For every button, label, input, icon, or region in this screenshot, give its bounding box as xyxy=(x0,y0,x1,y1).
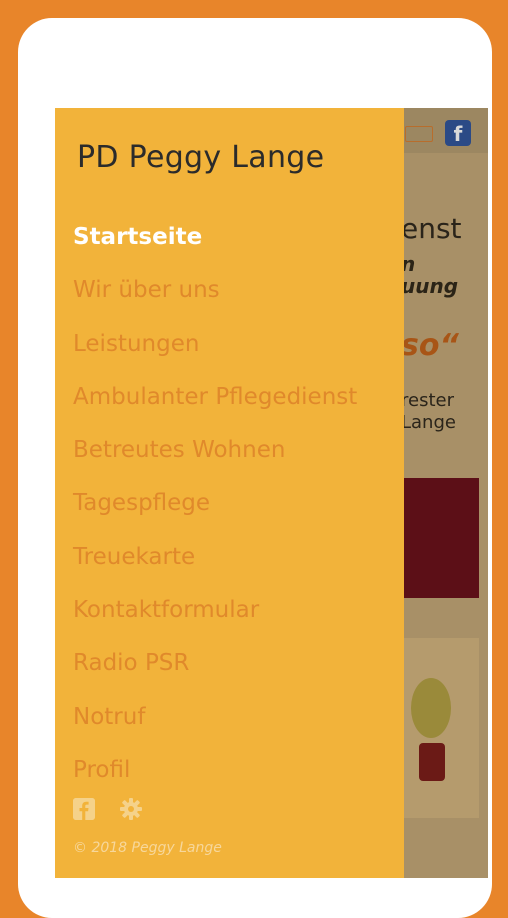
drawer-menu: Startseite Wir über uns Leistungen Ambul… xyxy=(73,211,357,797)
gear-icon[interactable] xyxy=(119,797,143,821)
navigation-drawer: PD Peggy Lange Startseite Wir über uns L… xyxy=(55,108,404,878)
background-badge-icon xyxy=(405,126,433,142)
menu-item-radio-psr[interactable]: Radio PSR xyxy=(73,637,357,690)
menu-item-ambulanter-pflegedienst[interactable]: Ambulanter Pflegedienst xyxy=(73,371,357,424)
menu-item-wir-ueber-uns[interactable]: Wir über uns xyxy=(73,264,357,317)
device-frame: f enst n uung so“ rester Lange PD Peggy … xyxy=(18,18,492,918)
background-text: Lange xyxy=(401,412,456,433)
background-text: enst xyxy=(401,212,462,245)
background-text: rester xyxy=(401,390,454,411)
background-text: so“ xyxy=(401,328,459,363)
background-illustration xyxy=(401,638,479,818)
facebook-icon[interactable] xyxy=(73,798,95,820)
menu-item-kontaktformular[interactable]: Kontaktformular xyxy=(73,584,357,637)
background-facebook-icon: f xyxy=(445,120,471,146)
app-screen: f enst n uung so“ rester Lange PD Peggy … xyxy=(55,108,488,878)
menu-item-treuekarte[interactable]: Treuekarte xyxy=(73,531,357,584)
menu-item-profil[interactable]: Profil xyxy=(73,744,357,797)
menu-item-notruf[interactable]: Notruf xyxy=(73,691,357,744)
menu-item-startseite[interactable]: Startseite xyxy=(73,211,357,264)
background-text: uung xyxy=(401,274,459,298)
menu-item-tagespflege[interactable]: Tagespflege xyxy=(73,477,357,530)
background-banner xyxy=(401,478,479,598)
drawer-title: PD Peggy Lange xyxy=(77,140,325,175)
menu-item-betreutes-wohnen[interactable]: Betreutes Wohnen xyxy=(73,424,357,477)
menu-item-leistungen[interactable]: Leistungen xyxy=(73,318,357,371)
copyright-text: © 2018 Peggy Lange xyxy=(73,840,222,856)
